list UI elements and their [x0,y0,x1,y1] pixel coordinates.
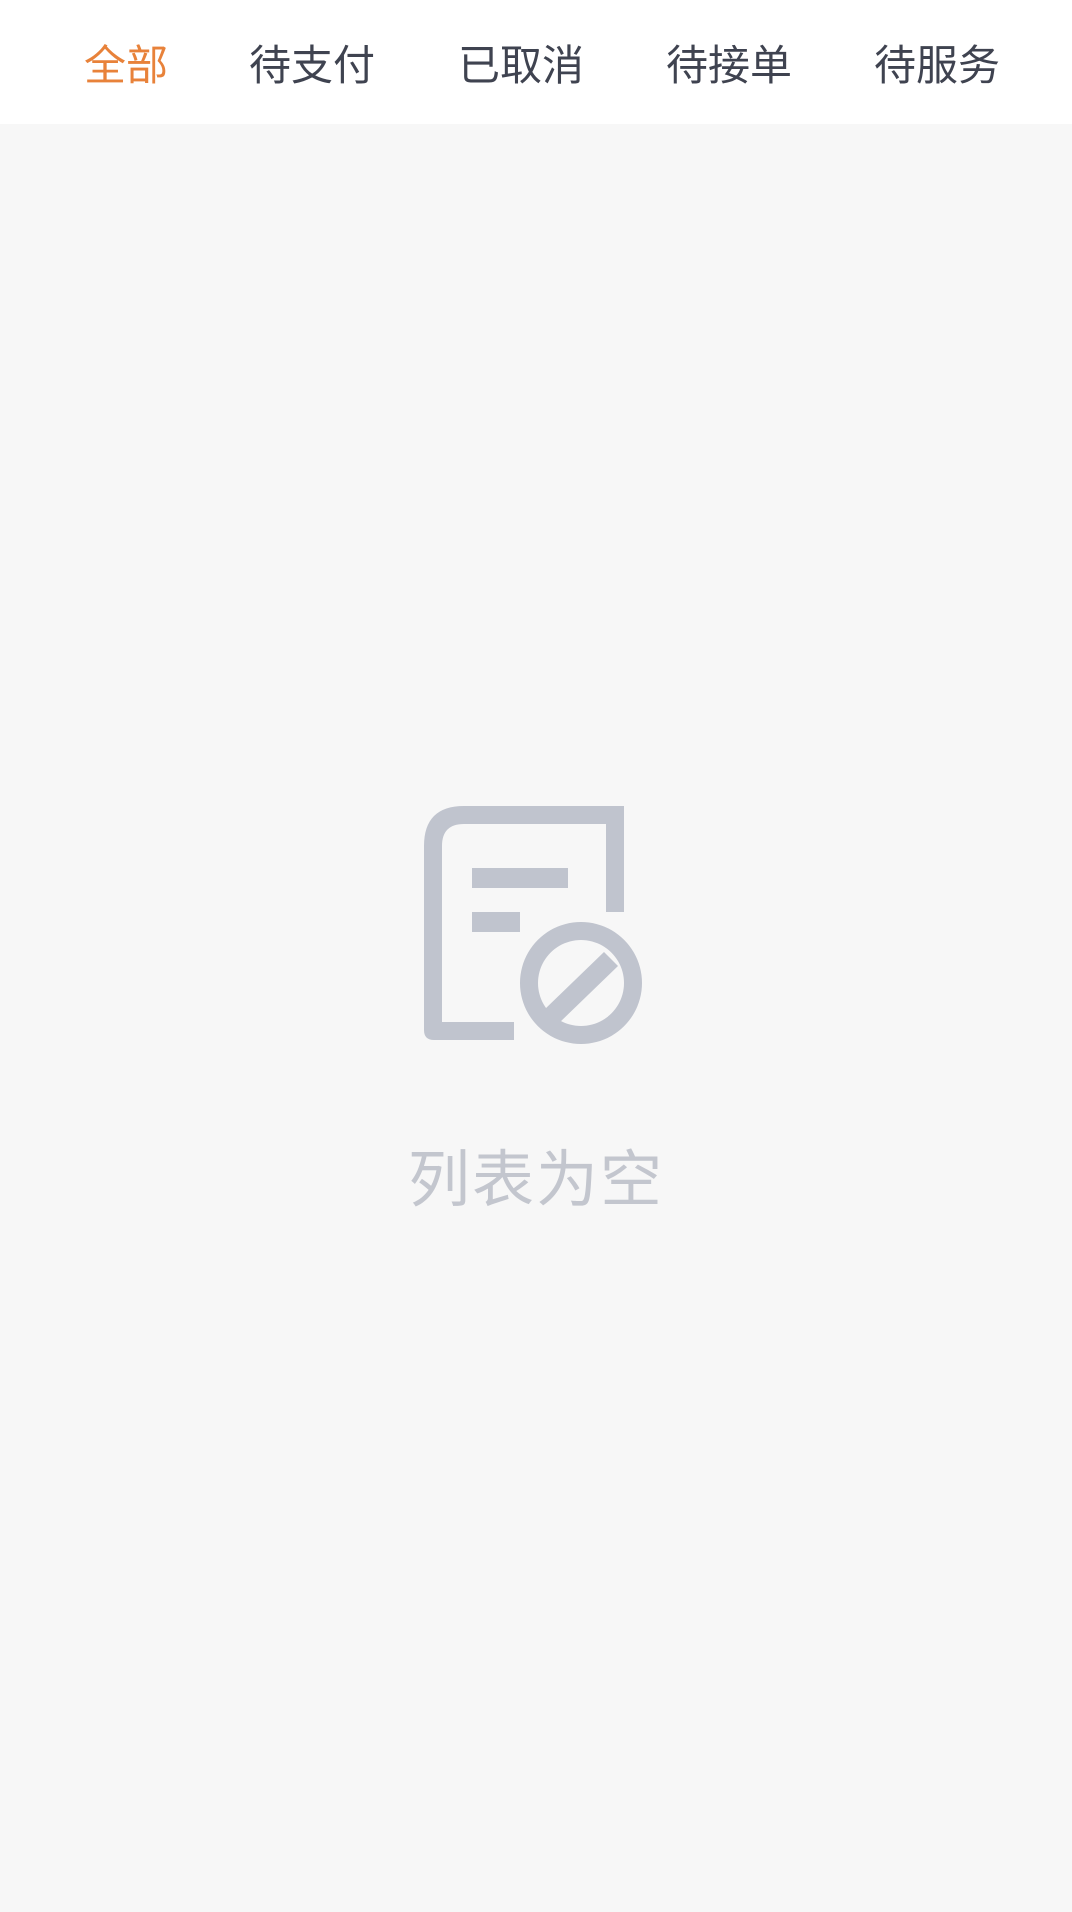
tab-pending-payment[interactable]: 待支付 [246,36,378,96]
tab-pending-service[interactable]: 待服务 [871,36,1003,96]
tab-cancelled[interactable]: 已取消 [455,36,587,96]
order-status-tabbar: 全部 待支付 已取消 待接单 待服务 [0,0,1072,124]
empty-list-icon [424,806,642,1044]
empty-state-message: 列表为空 [407,1143,664,1216]
tab-all[interactable]: 全部 [68,36,184,96]
tab-pending-accept[interactable]: 待接单 [663,36,795,96]
